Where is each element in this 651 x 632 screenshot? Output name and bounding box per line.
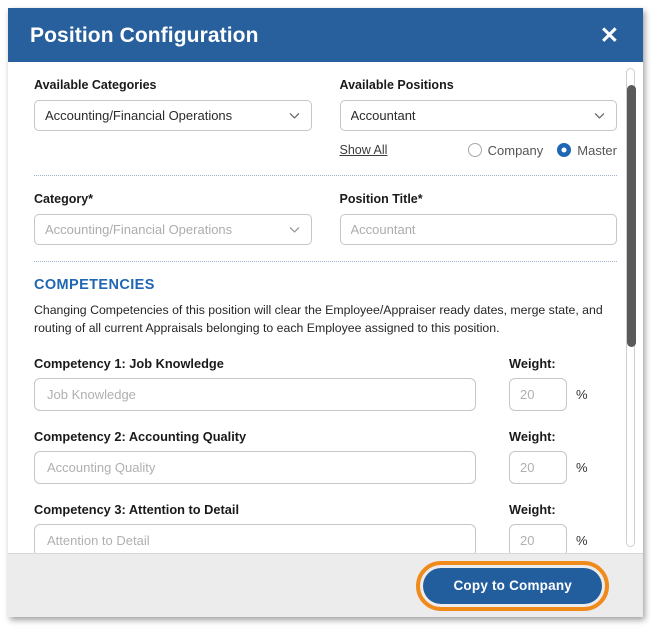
dialog-body: Available Categories Accounting/Financia… [8,62,643,553]
radio-company-label: Company [487,142,544,158]
available-positions-value: Accountant [350,108,416,123]
percent-symbol: % [576,459,588,475]
competency-3-weight-group: 20 % [509,523,617,553]
position-title-input[interactable]: Accountant [339,214,617,245]
competency-inputs: Accounting Quality 20 % [34,450,617,484]
chevron-down-icon [288,223,301,236]
competency-3-heading: Competency 3: Attention to Detail [34,501,240,517]
available-positions-group: Available Positions Accountant Show All [339,78,618,159]
position-configuration-dialog: Position Configuration ✕ Available Categ… [8,8,643,617]
scrollbar-thumb[interactable] [627,85,636,347]
available-positions-label: Available Positions [339,78,454,92]
chevron-down-icon [593,109,606,122]
competencies-note: Changing Competencies of this position w… [34,303,603,335]
competency-inputs: Attention to Detail 20 % [34,523,617,553]
dialog-title: Position Configuration [30,23,259,47]
competency-row: Competency 2: Accounting Quality Weight:… [34,429,617,484]
competency-2-heading: Competency 2: Accounting Quality [34,428,247,444]
radio-master[interactable]: Master [557,143,617,158]
copy-to-company-highlight: Copy to Company [416,560,609,611]
position-title-label: Position Title* [339,192,423,206]
competency-header: Competency 2: Accounting Quality Weight: [34,429,617,444]
competency-header: Competency 1: Job Knowledge Weight: [34,356,617,371]
vertical-scrollbar[interactable] [626,68,636,547]
competency-2-weight-label: Weight: [509,428,556,444]
position-title-value: Accountant [350,222,416,237]
divider-top [34,175,617,176]
competency-2-weight-group: 20 % [509,450,617,484]
scope-radio-group: Company Master [467,142,617,158]
available-categories-value: Accounting/Financial Operations [45,108,233,123]
available-positions-select[interactable]: Accountant [339,100,617,131]
competency-inputs: Job Knowledge 20 % [34,377,617,411]
available-categories-group: Available Categories Accounting/Financia… [34,78,312,159]
radio-company-indicator [467,143,482,157]
radio-master-label: Master [577,142,617,158]
dialog-titlebar: Position Configuration ✕ [8,8,643,62]
details-row: Category* Accounting/Financial Operation… [34,192,617,245]
radio-master-indicator [557,143,572,157]
radio-company[interactable]: Company [467,142,544,158]
competencies-section-title: COMPETENCIES [34,277,155,293]
show-all-link[interactable]: Show All [340,143,388,157]
copy-to-company-button[interactable]: Copy to Company [423,567,602,604]
competency-1-heading: Competency 1: Job Knowledge [34,355,224,371]
competency-row: Competency 1: Job Knowledge Weight: Job … [34,356,617,411]
chevron-down-icon [288,109,301,122]
competency-3-name-input[interactable]: Attention to Detail [34,523,476,553]
positions-scope-row: Show All Company Master [340,141,618,159]
available-categories-select[interactable]: Accounting/Financial Operations [34,100,312,131]
competency-3-weight-input[interactable]: 20 [509,523,567,553]
close-icon[interactable]: ✕ [594,22,625,49]
category-value: Accounting/Financial Operations [45,222,233,237]
category-select[interactable]: Accounting/Financial Operations [34,214,312,245]
competency-row: Competency 3: Attention to Detail Weight… [34,502,617,553]
competency-2-name-input[interactable]: Accounting Quality [34,450,476,484]
competency-3-weight-label: Weight: [509,501,556,517]
competency-1-name-input[interactable]: Job Knowledge [34,377,476,411]
available-row: Available Categories Accounting/Financia… [34,78,617,159]
dialog-scroll-content: Available Categories Accounting/Financia… [8,62,643,553]
available-categories-label: Available Categories [34,78,157,92]
divider-competencies [34,261,617,262]
position-title-group: Position Title* Accountant [339,192,617,245]
percent-symbol: % [576,532,588,548]
percent-symbol: % [576,386,588,402]
category-group: Category* Accounting/Financial Operation… [34,192,312,245]
competency-2-weight-input[interactable]: 20 [509,450,567,484]
competency-1-weight-group: 20 % [509,377,617,411]
competency-1-weight-label: Weight: [509,355,556,371]
category-label: Category* [34,192,94,206]
competency-header: Competency 3: Attention to Detail Weight… [34,502,617,517]
competency-1-weight-input[interactable]: 20 [509,377,567,411]
dialog-footer: Copy to Company [8,553,643,617]
